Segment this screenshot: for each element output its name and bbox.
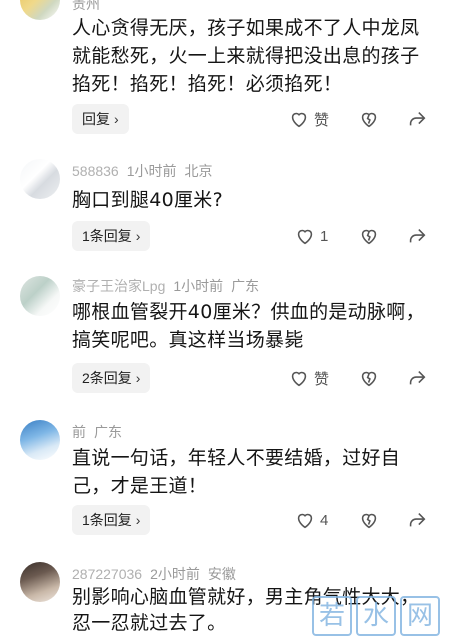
share-arrow-icon <box>409 229 426 243</box>
comment-location: 北京 <box>184 163 213 179</box>
dislike-button[interactable] <box>358 108 380 130</box>
share-button[interactable] <box>406 108 428 130</box>
avatar[interactable] <box>20 420 60 460</box>
comment-location: 广东 <box>94 424 122 440</box>
comment-text: 人心贪得无厌，孩子如果成不了人中龙凤就能愁死，火一上来就得把没出息的孩子掐死！掐… <box>72 17 420 95</box>
watermark-char: 水 <box>356 596 396 636</box>
like-button[interactable]: 赞 <box>288 367 329 389</box>
comment-location: 贵州 <box>72 0 100 12</box>
comment-meta: 588836 1小时前 北京 <box>72 161 213 181</box>
reply-label: 1条回复 <box>82 228 132 244</box>
reply-label: 2条回复 <box>82 370 132 386</box>
watermark-char: 若 <box>312 596 352 636</box>
avatar[interactable] <box>20 159 60 199</box>
broken-heart-icon <box>361 112 377 128</box>
broken-heart-icon <box>361 371 377 387</box>
heart-icon <box>291 371 307 387</box>
comment-meta: 贵州 <box>72 0 100 14</box>
reply-button[interactable]: 2条回复 › <box>72 363 151 393</box>
avatar[interactable] <box>20 562 60 602</box>
share-arrow-icon <box>409 112 426 126</box>
comment-username[interactable]: 287227036 <box>72 566 142 582</box>
comment-time: 2小时前 <box>150 566 200 582</box>
comment-location: 安徽 <box>207 566 236 582</box>
comment-time: 前 <box>72 424 86 440</box>
heart-icon <box>297 229 313 245</box>
comment-username[interactable]: 588836 <box>72 163 119 179</box>
reply-button[interactable]: 回复 › <box>72 104 129 134</box>
comment-meta: 287227036 2小时前 安徽 <box>72 564 236 584</box>
share-arrow-icon <box>409 513 426 527</box>
like-button[interactable]: 4 <box>294 509 328 531</box>
comment-time: 1小时前 <box>173 278 224 294</box>
like-label: 赞 <box>314 111 330 129</box>
dislike-button[interactable] <box>358 367 380 389</box>
comment-meta: 前广东 <box>72 422 122 442</box>
like-count: 4 <box>320 511 329 529</box>
share-arrow-icon <box>409 371 426 385</box>
comment-text: 哪根血管裂开40厘米？供血的是动脉啊，搞笑呢吧。真这样当场暴毙 <box>72 301 425 351</box>
reply-label: 1条回复 <box>82 512 132 528</box>
share-button[interactable] <box>406 225 428 247</box>
like-button[interactable]: 1 <box>294 225 328 247</box>
comment-text: 直说一句话，年轻人不要结婚，过好自己，才是王道！ <box>72 447 401 497</box>
reply-label: 回复 <box>82 111 110 127</box>
dislike-button[interactable] <box>358 225 380 247</box>
avatar[interactable] <box>20 0 60 20</box>
broken-heart-icon <box>361 229 377 245</box>
site-watermark: 若 水 网 <box>312 596 440 636</box>
watermark-char: 网 <box>400 596 440 636</box>
share-button[interactable] <box>406 367 428 389</box>
like-label: 赞 <box>314 370 330 388</box>
chevron-right-icon: › <box>135 512 141 528</box>
share-button[interactable] <box>406 509 428 531</box>
like-count: 1 <box>320 227 329 245</box>
chevron-right-icon: › <box>135 228 141 244</box>
chevron-right-icon: › <box>135 370 141 386</box>
dislike-button[interactable] <box>358 509 380 531</box>
chevron-right-icon: › <box>114 111 119 127</box>
comment-username[interactable]: 豪子王治家Lpg <box>72 278 165 294</box>
heart-icon <box>297 513 313 529</box>
reply-button[interactable]: 1条回复 › <box>72 221 151 251</box>
avatar[interactable] <box>20 276 60 316</box>
reply-button[interactable]: 1条回复 › <box>72 505 151 535</box>
comment-meta: 豪子王治家Lpg 1小时前 广东 <box>72 276 259 296</box>
comment-time: 1小时前 <box>126 163 177 179</box>
comment-text: 胸口到腿40厘米? <box>72 189 223 211</box>
broken-heart-icon <box>361 513 377 529</box>
comment-location: 广东 <box>231 278 260 294</box>
like-button[interactable]: 赞 <box>288 108 329 130</box>
heart-icon <box>291 112 307 128</box>
